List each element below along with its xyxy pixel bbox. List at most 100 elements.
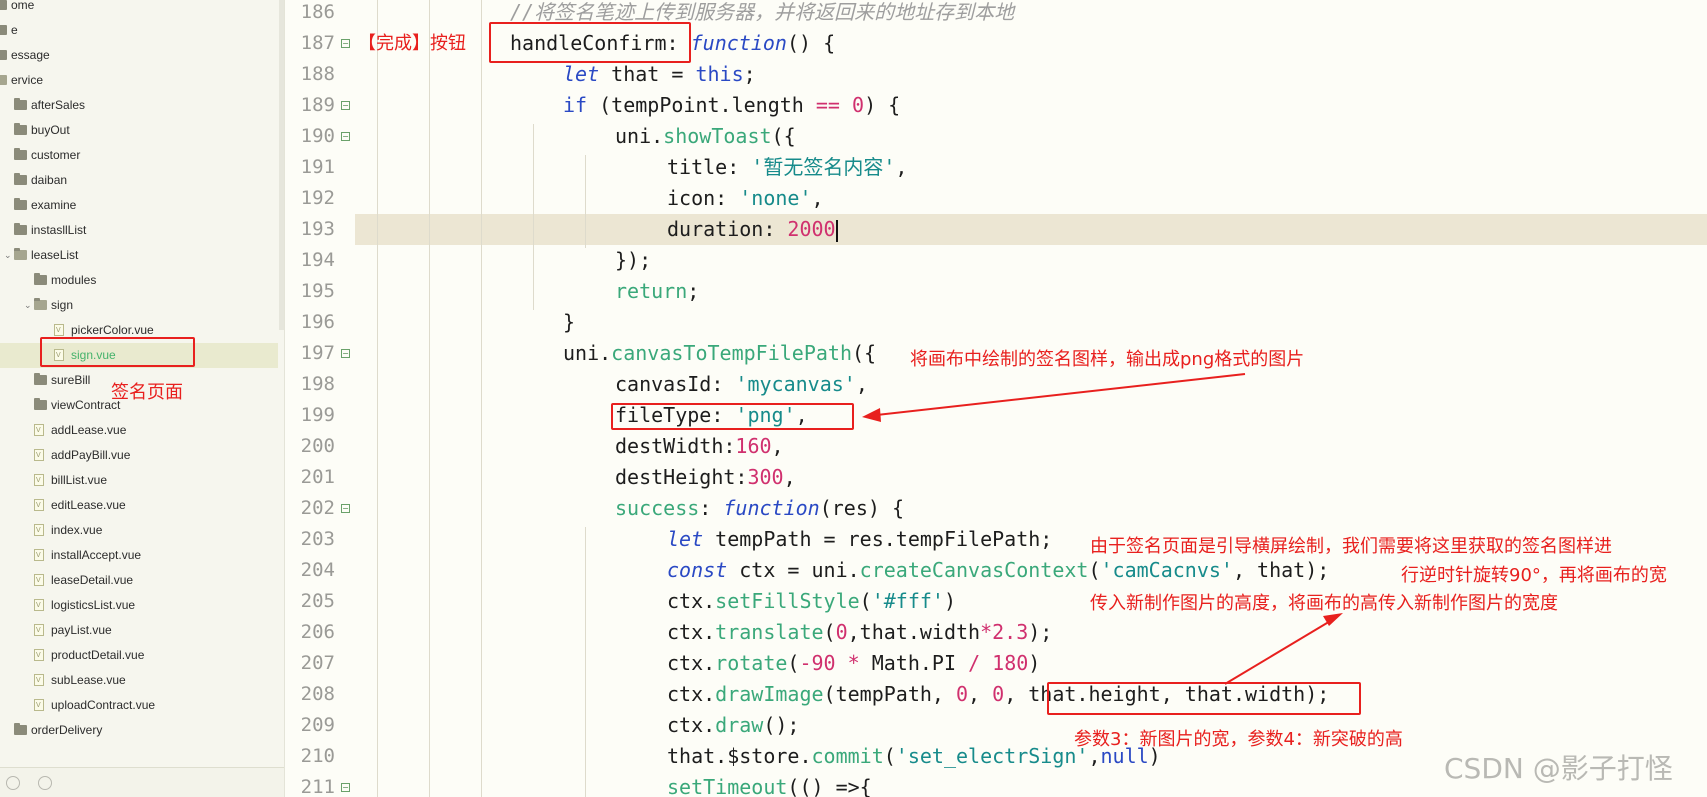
vue-file-icon — [34, 593, 44, 618]
vue-file-icon — [34, 643, 44, 668]
line-number: 194 — [300, 249, 335, 271]
tree-item-label: buyOut — [31, 123, 70, 137]
line-number: 186 — [300, 1, 335, 23]
code-line-192: icon: 'none', — [667, 186, 824, 210]
code-line-206: ctx.translate(0,that.width*2.3); — [667, 620, 1053, 644]
folder-open-icon — [34, 298, 47, 310]
code-editor[interactable]: 186 187−188 189−190−191 192 193 194 195 196 197−… — [285, 0, 1707, 797]
tree-item-label: orderDelivery — [31, 723, 103, 737]
tree-item-label: sign — [51, 298, 74, 312]
tree-item[interactable]: payList.vue — [0, 618, 278, 643]
line-number: 205 — [300, 590, 335, 612]
code-line-198: canvasId: 'mycanvas', — [615, 372, 868, 396]
tree-item[interactable]: ome — [0, 0, 278, 18]
tree-item[interactable]: orderDelivery — [0, 718, 278, 743]
tree-item-label: modules — [51, 273, 97, 287]
tree-item[interactable]: customer — [0, 143, 278, 168]
line-number: 187 — [300, 32, 335, 54]
code-line-200: destWidth:160, — [615, 434, 784, 458]
folder-icon — [0, 25, 7, 35]
fold-toggle-icon[interactable]: − — [341, 101, 350, 110]
code-line-203: let tempPath = res.tempFilePath; — [667, 527, 1053, 551]
highlight-box-sign-vue — [40, 337, 195, 367]
tree-item[interactable]: addPayBill.vue — [0, 443, 278, 468]
line-number: 197 — [300, 342, 335, 364]
tree-item-label: editLease.vue — [51, 498, 126, 512]
line-number: 201 — [300, 466, 335, 488]
folder-icon — [14, 148, 27, 160]
line-number: 204 — [300, 559, 335, 581]
tree-item[interactable]: productDetail.vue — [0, 643, 278, 668]
tree-item-label: customer — [31, 148, 81, 162]
vue-file-icon — [34, 668, 44, 693]
tree-item[interactable]: instasllList — [0, 218, 278, 243]
line-number: 206 — [300, 621, 335, 643]
indent-guide — [585, 527, 586, 797]
tree-item[interactable]: afterSales — [0, 93, 278, 118]
indent-guide — [429, 0, 430, 797]
fold-toggle-icon[interactable]: − — [341, 504, 350, 513]
code-line-189: if (tempPoint.length == 0) { — [563, 93, 901, 117]
tree-item[interactable]: addLease.vue — [0, 418, 278, 443]
line-number: 199 — [300, 404, 335, 426]
code-line-202: success: function(res) { — [615, 496, 905, 520]
fold-toggle-icon[interactable]: − — [341, 783, 350, 792]
tree-item[interactable]: ⌄ sign — [0, 293, 278, 318]
tree-item[interactable]: editLease.vue — [0, 493, 278, 518]
fold-toggle-icon[interactable]: − — [341, 349, 350, 358]
tree-item-label: billList.vue — [51, 473, 108, 487]
tree-item[interactable]: examine — [0, 193, 278, 218]
code-line-193: duration: 2000 — [667, 217, 838, 242]
tree-item-label: viewContract — [51, 398, 121, 412]
folder-icon — [0, 50, 7, 60]
line-number: 210 — [300, 745, 335, 767]
tree-item[interactable]: logisticsList.vue — [0, 593, 278, 618]
folder-icon — [14, 123, 27, 135]
annotation-canvas-export: 将画布中绘制的签名图样，输出成png格式的图片 — [910, 349, 1305, 370]
tree-item[interactable]: buyOut — [0, 118, 278, 143]
folder-icon — [14, 723, 27, 735]
tree-item-label: leaseList — [31, 248, 79, 262]
tree-item[interactable]: ⌄ervice — [0, 68, 278, 93]
vue-file-icon — [34, 568, 44, 593]
vue-file-icon — [34, 543, 44, 568]
annotation-rotate-line-2: 行逆时针旋转90°，再将画布的宽 — [1401, 565, 1667, 586]
tree-item[interactable]: modules — [0, 268, 278, 293]
fold-toggle-icon[interactable]: − — [341, 132, 350, 141]
tree-item[interactable]: subLease.vue — [0, 668, 278, 693]
tree-item[interactable]: billList.vue — [0, 468, 278, 493]
tree-item[interactable]: daiban — [0, 168, 278, 193]
sidebar-bottom-bar — [0, 767, 284, 797]
vue-file-icon — [34, 518, 44, 543]
indent-guide — [481, 0, 482, 797]
tree-item-label: productDetail.vue — [51, 648, 145, 662]
line-number: 192 — [300, 187, 335, 209]
sync-icon[interactable] — [6, 776, 20, 790]
vue-file-icon — [34, 443, 44, 468]
tree-item-label: uploadContract.vue — [51, 698, 156, 712]
tree-item-label: payList.vue — [51, 623, 112, 637]
tree-item[interactable]: ⌄ leaseList — [0, 243, 278, 268]
tree-item[interactable]: uploadContract.vue — [0, 693, 278, 718]
tree-item-label: essage — [11, 48, 50, 62]
tree-item[interactable]: leaseDetail.vue — [0, 568, 278, 593]
tree-item-label: ome — [11, 0, 35, 12]
line-number: 207 — [300, 652, 335, 674]
current-line-highlight — [355, 214, 1707, 245]
chevron-down-icon[interactable]: ⌄ — [4, 243, 12, 268]
line-number: 202 — [300, 497, 335, 519]
annotation-rotate-line-1: 由于签名页面是引导横屏绘制，我们需要将这里获取的签名图样进 — [1090, 536, 1612, 557]
code-line-211: setTimeout(() =>{ — [667, 775, 872, 797]
chevron-down-icon[interactable]: ⌄ — [24, 293, 32, 318]
globe-icon[interactable] — [38, 776, 52, 790]
tree-item[interactable]: essage — [0, 43, 278, 68]
line-number: 191 — [300, 156, 335, 178]
fold-toggle-icon[interactable]: − — [341, 39, 350, 48]
tree-item-label: ervice — [11, 73, 44, 87]
tree-item[interactable]: index.vue — [0, 518, 278, 543]
tree-item[interactable]: installAccept.vue — [0, 543, 278, 568]
tree-item-label: examine — [31, 198, 77, 212]
vue-file-icon — [34, 418, 44, 443]
tree-item[interactable]: e — [0, 18, 278, 43]
highlight-box-draw-image-params — [1047, 682, 1361, 715]
